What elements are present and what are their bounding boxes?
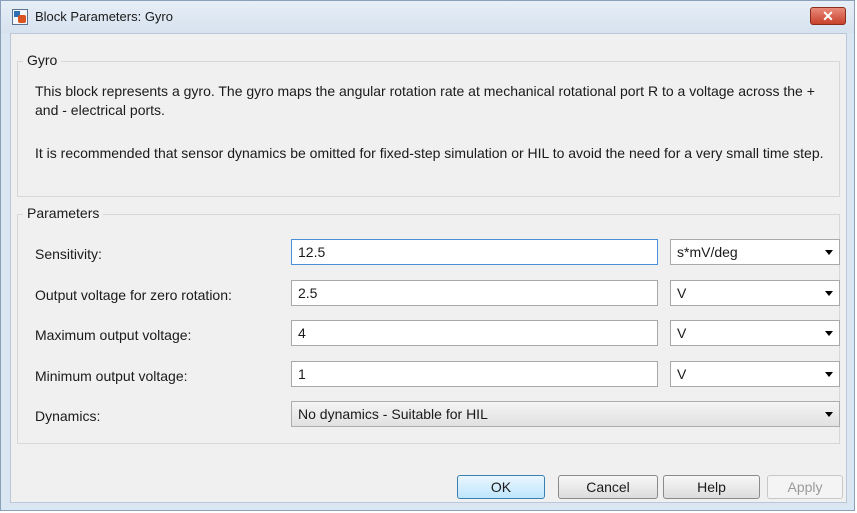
chevron-down-icon <box>825 331 833 336</box>
min-output-voltage-label: Minimum output voltage: <box>35 368 188 384</box>
sensitivity-unit-value: s*mV/deg <box>677 244 738 260</box>
block-description: This block represents a gyro. The gyro m… <box>35 83 815 118</box>
simulink-block-icon <box>12 9 28 25</box>
help-button[interactable]: Help <box>663 475 760 499</box>
zero-rotation-voltage-label: Output voltage for zero rotation: <box>35 287 232 303</box>
window-title: Block Parameters: Gyro <box>35 9 173 24</box>
cancel-button[interactable]: Cancel <box>558 475 658 499</box>
zero-rotation-voltage-unit-select[interactable]: V <box>670 280 840 306</box>
dynamics-value: No dynamics - Suitable for HIL <box>298 406 488 422</box>
ok-button[interactable]: OK <box>457 475 545 499</box>
sensitivity-unit-select[interactable]: s*mV/deg <box>670 239 840 265</box>
block-recommendation: It is recommended that sensor dynamics b… <box>35 145 824 161</box>
chevron-down-icon <box>825 372 833 377</box>
dialog-content: Gyro This block represents a gyro. The g… <box>10 33 847 503</box>
max-output-voltage-unit-value: V <box>677 325 687 341</box>
gyro-group-label: Gyro <box>23 52 62 68</box>
sensitivity-input[interactable] <box>291 239 658 265</box>
max-output-voltage-label: Maximum output voltage: <box>35 327 192 343</box>
chevron-down-icon <box>825 412 833 417</box>
chevron-down-icon <box>825 250 833 255</box>
close-button[interactable]: ✕ <box>810 7 846 25</box>
chevron-down-icon <box>825 291 833 296</box>
max-output-voltage-unit-select[interactable]: V <box>670 320 840 346</box>
zero-rotation-voltage-unit-value: V <box>677 285 687 301</box>
dynamics-select[interactable]: No dynamics - Suitable for HIL <box>291 401 840 427</box>
block-parameters-dialog: Block Parameters: Gyro ✕ Gyro This block… <box>0 0 855 511</box>
dynamics-label: Dynamics: <box>35 408 101 424</box>
parameters-group-label: Parameters <box>23 205 104 221</box>
min-output-voltage-input[interactable] <box>291 361 658 387</box>
sensitivity-label: Sensitivity: <box>35 246 102 262</box>
max-output-voltage-input[interactable] <box>291 320 658 346</box>
zero-rotation-voltage-input[interactable] <box>291 280 658 306</box>
apply-button[interactable]: Apply <box>767 475 843 499</box>
min-output-voltage-unit-select[interactable]: V <box>670 361 840 387</box>
min-output-voltage-unit-value: V <box>677 366 687 382</box>
close-icon: ✕ <box>822 8 834 24</box>
title-bar[interactable]: Block Parameters: Gyro ✕ <box>1 1 854 33</box>
